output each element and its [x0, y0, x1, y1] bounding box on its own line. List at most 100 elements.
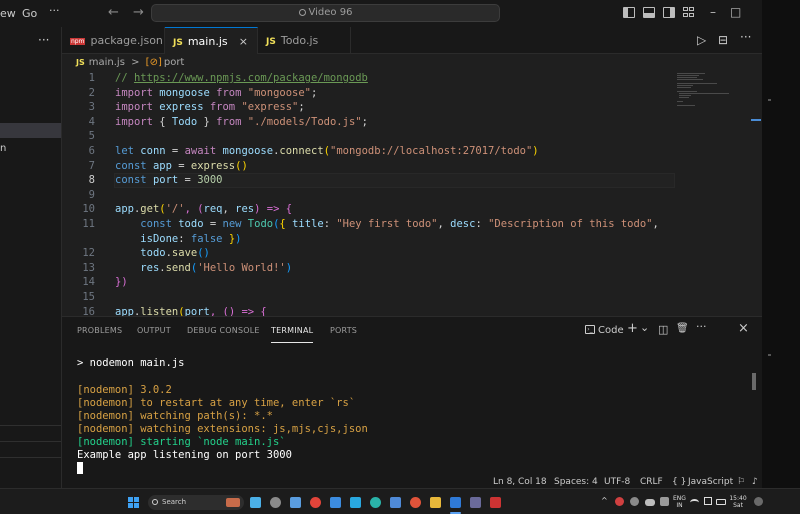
breadcrumb-symbol[interactable]: port [164, 57, 185, 68]
editor-tabs: npm package.json JS main.js × JS Todo.js ▷ … [62, 27, 762, 54]
code-line: res.send('Hello World!') [140, 261, 293, 274]
code-line-wrapped: isDone: false }) [140, 232, 242, 245]
line-number: 1 [88, 72, 95, 84]
terminal-app-icon[interactable] [470, 497, 481, 508]
chrome-icon[interactable] [310, 497, 321, 508]
close-icon[interactable]: × [239, 28, 248, 55]
language-mode[interactable]: JavaScript [688, 477, 733, 488]
clock[interactable]: 15:40 Sat [727, 495, 749, 509]
code-line: import { Todo } from "./models/Todo.js"; [115, 115, 368, 128]
sidebar-item-label[interactable]: n [0, 143, 6, 154]
javascript-icon: JS [173, 38, 183, 48]
start-icon[interactable] [128, 497, 139, 508]
minimize-icon[interactable]: – [710, 5, 716, 19]
sidebar-divider [0, 425, 61, 426]
wifi-icon[interactable] [690, 499, 699, 506]
search-icon [152, 499, 158, 505]
terminal-icon: ›_ [585, 325, 595, 334]
media-app-icon[interactable] [490, 497, 501, 508]
notification-center-icon[interactable] [754, 497, 763, 506]
terminal-scrollbar[interactable] [752, 373, 756, 390]
volume-icon[interactable] [704, 497, 712, 505]
cursor-position[interactable]: Ln 8, Col 18 [493, 477, 547, 488]
close-panel-icon[interactable]: × [738, 321, 749, 336]
edge-icon[interactable] [370, 497, 381, 508]
search-icon [298, 9, 306, 16]
notifications-icon[interactable]: ♪ [752, 477, 758, 488]
line-number: 2 [88, 86, 95, 99]
tab-main-js[interactable]: JS main.js × [165, 27, 258, 54]
line-number: 6 [88, 145, 95, 157]
toggle-secondary-sidebar-icon[interactable] [663, 7, 675, 18]
tab-output[interactable]: OUTPUT [137, 326, 171, 335]
indentation[interactable]: Spaces: 4 [554, 477, 598, 488]
forward-arrow-icon[interactable]: → [133, 5, 144, 20]
code-link[interactable]: https://www.npmjs.com/package/mongodb [134, 72, 368, 84]
chevron-up-icon[interactable]: ^ [601, 497, 608, 505]
line-number: 3 [88, 101, 95, 114]
new-terminal-icon[interactable]: + [627, 321, 638, 336]
tab-ports[interactable]: PORTS [330, 326, 357, 335]
javascript-icon: JS [266, 37, 276, 47]
terminal-line: > nodemon main.js [77, 357, 185, 369]
tab-terminal[interactable]: TERMINAL [271, 326, 313, 335]
search-highlight-icon [226, 498, 240, 507]
tab-debug-console[interactable]: DEBUG CONSOLE [187, 326, 260, 335]
tray-app-icon[interactable] [615, 497, 624, 506]
battery-icon[interactable] [716, 499, 726, 505]
encoding[interactable]: UTF-8 [604, 477, 630, 488]
toggle-panel-icon[interactable] [643, 7, 655, 18]
code-line: }) [115, 276, 128, 289]
menu-go[interactable]: Go [22, 7, 37, 20]
sidebar-more-icon[interactable]: ··· [38, 33, 49, 47]
split-editor-icon[interactable]: ⊟ [718, 33, 728, 47]
chrome-profile-icon[interactable] [410, 497, 421, 508]
split-terminal-icon[interactable]: ◫ [658, 323, 668, 336]
menu-more-icon[interactable]: ··· [49, 4, 60, 17]
run-icon[interactable]: ▷ [697, 33, 706, 47]
toggle-sidebar-icon[interactable] [623, 7, 635, 18]
tray-app-icon[interactable] [660, 497, 669, 506]
widgets-icon[interactable] [290, 497, 301, 508]
tray-app-icon[interactable] [630, 497, 639, 506]
sidebar-selected-item[interactable] [0, 123, 61, 138]
line-endings[interactable]: CRLF [640, 477, 663, 488]
file-explorer-icon[interactable] [430, 497, 441, 508]
onedrive-icon[interactable] [645, 499, 655, 506]
code-line: // https://www.npmjs.com/package/mongodb [115, 72, 368, 84]
line-number: 8 [88, 174, 95, 187]
chevron-down-icon[interactable]: ⌄ [640, 321, 649, 334]
line-number: 10 [82, 203, 95, 216]
breadcrumb-file[interactable]: main.js [89, 57, 125, 68]
copilot-icon[interactable] [250, 497, 261, 508]
code-line: import mongoose from "mongoose"; [115, 86, 318, 99]
minimap[interactable] [677, 72, 737, 112]
tab-package-json[interactable]: npm package.json [62, 27, 165, 54]
search-placeholder: Search [162, 498, 187, 506]
javascript-icon: JS [76, 58, 85, 67]
todo-app-icon[interactable] [330, 497, 341, 508]
back-arrow-icon[interactable]: ← [108, 5, 119, 20]
task-view-icon[interactable] [270, 497, 281, 508]
edge-mark [768, 354, 771, 356]
maximize-icon[interactable]: □ [730, 5, 741, 19]
trash-icon[interactable]: 🗑 [676, 323, 689, 334]
skype-icon[interactable] [350, 497, 361, 508]
vscode-icon[interactable] [450, 497, 461, 508]
terminal-name[interactable]: Code [598, 325, 624, 336]
menu-view[interactable]: ew [0, 7, 16, 20]
command-center-search[interactable]: Video 96 [151, 4, 500, 22]
taskbar-search[interactable]: Search [148, 495, 244, 510]
editor-more-icon[interactable]: ··· [740, 30, 751, 44]
code-editor[interactable]: 1 2 3 4 5 6 7 8 9 10 11 12 13 14 15 16 /… [62, 72, 762, 316]
tab-problems[interactable]: PROBLEMS [77, 326, 122, 335]
feedback-icon[interactable]: ⚐ [737, 477, 745, 488]
terminal-line: [nodemon] starting `node main.js` [77, 436, 286, 448]
code-line: import express from "express"; [115, 101, 305, 114]
panel-more-icon[interactable]: ··· [696, 320, 707, 333]
customize-layout-icon[interactable] [683, 7, 695, 18]
store-icon[interactable] [390, 497, 401, 508]
tab-todo-js[interactable]: JS Todo.js [258, 27, 351, 54]
tab-label: Todo.js [280, 34, 319, 47]
language-indicator[interactable]: ENG IN [673, 495, 686, 509]
